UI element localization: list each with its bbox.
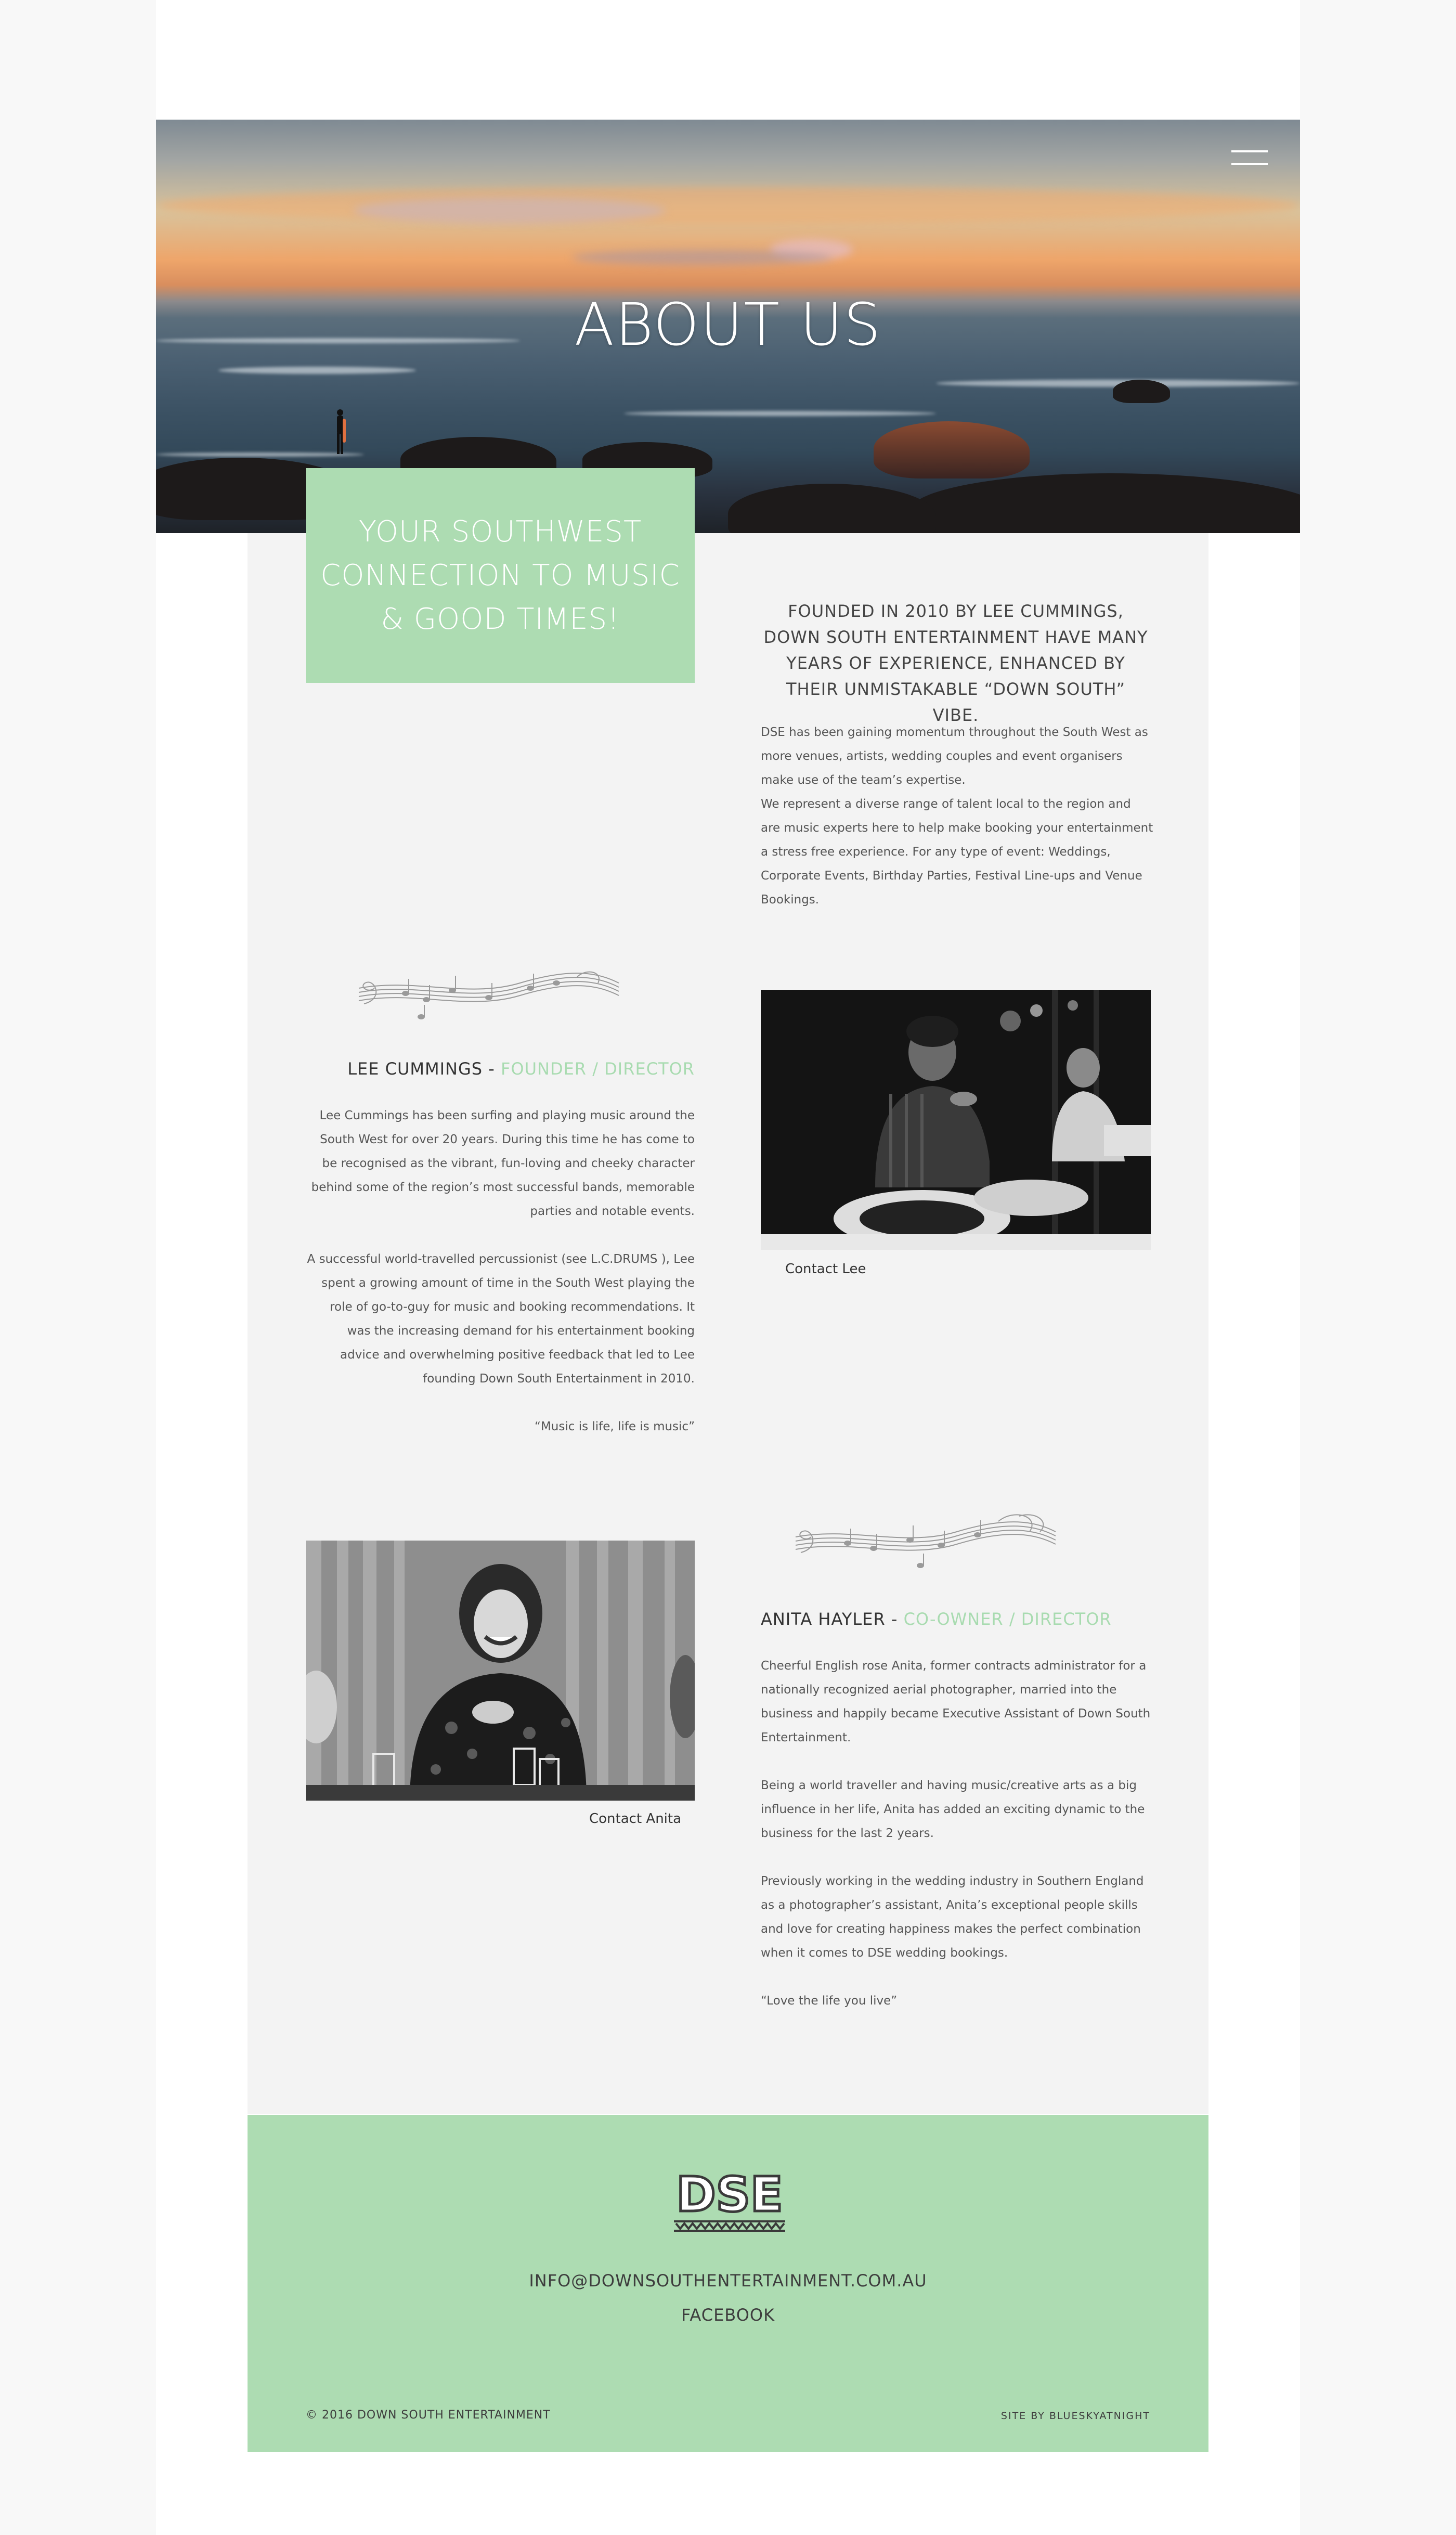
anita-bio-paragraph: Cheerful English rose Anita, former cont… [761, 1659, 1151, 1744]
dse-logo[interactable]: DSE [670, 2169, 789, 2237]
anita-name: ANITA HAYLER - [761, 1609, 904, 1629]
lee-bio-paragraph: A successful world-travelled percussioni… [307, 1252, 695, 1386]
page-title: ABOUT US [574, 291, 882, 359]
lee-photo [761, 990, 1151, 1250]
footer-email-link[interactable]: INFO@DOWNSOUTHENTERTAINMENT.COM.AU [248, 2271, 1208, 2291]
lee-heading: LEE CUMMINGS - FOUNDER / DIRECTOR [306, 1059, 695, 1079]
anita-bio-paragraph: Being a world traveller and having music… [761, 1779, 1145, 1840]
anita-photo [306, 1541, 695, 1801]
founded-heading: FOUNDED IN 2010 BY LEE CUMMINGS, DOWN SO… [763, 601, 1148, 725]
footer-facebook-link[interactable]: FACEBOOK [248, 2305, 1208, 2325]
anita-quote: “Love the life you live” [761, 1994, 898, 2008]
lee-bio-paragraph: Lee Cummings has been surfing and playin… [311, 1109, 695, 1218]
footer: DSE INFO@DOWNSOUTHENTERTAINMENT.COM.AU F… [248, 2115, 1208, 2452]
contact-lee-link[interactable]: Contact Lee [785, 1261, 866, 1277]
lee-name: LEE CUMMINGS - [347, 1059, 501, 1079]
lee-quote: “Music is life, life is music” [535, 1420, 695, 1433]
intro-paragraph: DSE has been gaining momentum throughout… [761, 726, 1148, 787]
surfer-silhouette-icon [337, 409, 346, 454]
tagline-box: YOUR SOUTHWEST CONNECTION TO MUSIC & GOO… [306, 468, 695, 683]
anita-bio: Cheerful English rose Anita, former cont… [761, 1654, 1153, 2037]
intro-text: DSE has been gaining momentum throughout… [761, 720, 1153, 912]
logo-text: DSE [676, 2169, 783, 2222]
music-notes-divider-icon [358, 971, 619, 1019]
anita-role: CO-OWNER / DIRECTOR [903, 1609, 1112, 1629]
contact-anita-link[interactable]: Contact Anita [589, 1811, 681, 1827]
lee-role: FOUNDER / DIRECTOR [500, 1059, 695, 1079]
hamburger-menu-icon[interactable] [1231, 148, 1268, 167]
footer-copyright: © 2016 DOWN SOUTH ENTERTAINMENT [306, 2409, 551, 2422]
anita-bio-paragraph: Previously working in the wedding indust… [761, 1874, 1144, 1960]
lee-bio: Lee Cummings has been surfing and playin… [306, 1104, 695, 1463]
intro-paragraph: We represent a diverse range of talent l… [761, 797, 1153, 907]
anita-heading: ANITA HAYLER - CO-OWNER / DIRECTOR [761, 1609, 1112, 1629]
music-notes-divider-icon [795, 1514, 1056, 1568]
footer-site-credit-link[interactable]: SITE BY BLUESKYATNIGHT [1001, 2410, 1150, 2422]
tagline-text: YOUR SOUTHWEST CONNECTION TO MUSIC & GOO… [320, 514, 680, 636]
